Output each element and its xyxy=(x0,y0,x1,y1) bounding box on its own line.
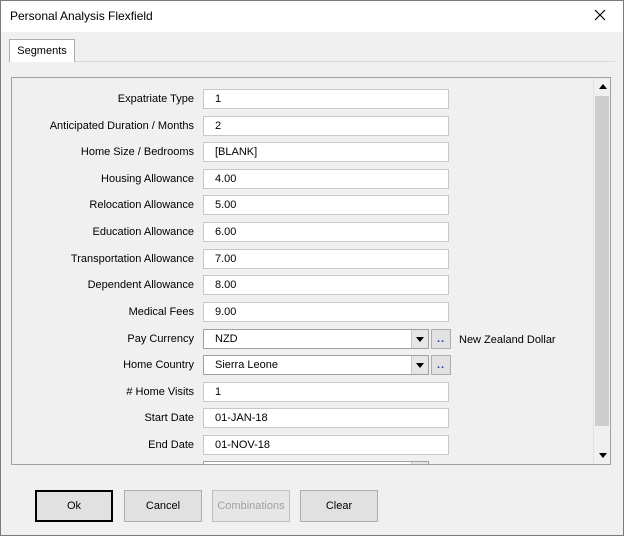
tab-strip: Segments xyxy=(9,39,615,65)
field-label: End Date xyxy=(148,439,194,451)
field-row-transportation-allowance: Transportation Allowance 7.00 xyxy=(12,249,594,271)
field-label: Start Date xyxy=(144,412,194,424)
dependent-allowance-input[interactable]: 8.00 xyxy=(203,275,449,295)
combinations-button: Combinations xyxy=(212,490,290,522)
home-country-value: Sierra Leone xyxy=(215,359,278,371)
scrollbar-thumb[interactable] xyxy=(595,96,609,426)
expatriate-type-input[interactable]: 1 xyxy=(203,89,449,109)
field-row-medical-fees: Medical Fees 9.00 xyxy=(12,302,594,324)
field-label: Transportation Allowance xyxy=(70,253,194,265)
field-label: Home Size / Bedrooms xyxy=(80,146,194,158)
housing-allowance-input[interactable]: 4.00 xyxy=(203,169,449,189)
tab-divider xyxy=(75,61,615,62)
home-country-lov-button[interactable]: .. xyxy=(431,355,451,375)
pay-currency-lov-button[interactable]: .. xyxy=(431,329,451,349)
field-label: Medical Fees xyxy=(128,306,194,318)
field-label: Dependent Allowance xyxy=(87,279,194,291)
field-label: Relocation Allowance xyxy=(89,199,194,211)
vertical-scrollbar[interactable] xyxy=(593,78,610,464)
cancel-button[interactable]: Cancel xyxy=(124,490,202,522)
title-bar: Personal Analysis Flexfield xyxy=(1,1,623,32)
home-visits-input[interactable]: 1 xyxy=(203,382,449,402)
field-label: # Home Visits xyxy=(126,386,194,398)
partial-select[interactable] xyxy=(203,461,429,464)
tab-segments-label: Segments xyxy=(17,45,67,57)
home-country-select[interactable]: Sierra Leone xyxy=(203,355,429,375)
field-label: Education Allowance xyxy=(92,226,194,238)
field-label: Anticipated Duration / Months xyxy=(49,120,194,132)
relocation-allowance-input[interactable]: 5.00 xyxy=(203,195,449,215)
field-label: Expatriate Type xyxy=(117,93,194,105)
close-button[interactable] xyxy=(577,1,623,32)
transportation-allowance-input[interactable]: 7.00 xyxy=(203,249,449,269)
field-label: Pay Currency xyxy=(127,333,194,345)
tab-segments[interactable]: Segments xyxy=(9,39,75,62)
dialog-window: Personal Analysis Flexfield Segments Exp… xyxy=(0,0,624,536)
chevron-down-icon[interactable] xyxy=(411,462,428,464)
pay-currency-value: NZD xyxy=(215,333,238,345)
segments-panel: Expatriate Type 1 Anticipated Duration /… xyxy=(11,77,611,465)
chevron-down-icon[interactable] xyxy=(411,356,428,374)
clear-button[interactable]: Clear xyxy=(300,490,378,522)
field-row-housing-allowance: Housing Allowance 4.00 xyxy=(12,169,594,191)
close-icon xyxy=(594,9,606,24)
field-row-home-visits: # Home Visits 1 xyxy=(12,382,594,404)
pay-currency-description: New Zealand Dollar xyxy=(459,334,556,346)
chevron-down-icon[interactable] xyxy=(411,330,428,348)
field-row-partial xyxy=(12,461,594,464)
field-row-home-size: Home Size / Bedrooms [BLANK] xyxy=(12,142,594,164)
scroll-up-icon[interactable] xyxy=(594,78,610,95)
pay-currency-select[interactable]: NZD xyxy=(203,329,429,349)
button-bar: Ok Cancel Combinations Clear xyxy=(35,490,595,522)
end-date-input[interactable]: 01-NOV-18 xyxy=(203,435,449,455)
field-label: Housing Allowance xyxy=(101,173,194,185)
segments-form: Expatriate Type 1 Anticipated Duration /… xyxy=(12,78,594,464)
start-date-input[interactable]: 01-JAN-18 xyxy=(203,408,449,428)
field-row-pay-currency: Pay Currency NZD .. New Zealand Dollar xyxy=(12,329,594,351)
field-label: Home Country xyxy=(123,359,194,371)
field-row-start-date: Start Date 01-JAN-18 xyxy=(12,408,594,430)
field-row-end-date: End Date 01-NOV-18 xyxy=(12,435,594,457)
field-row-dependent-allowance: Dependent Allowance 8.00 xyxy=(12,275,594,297)
ok-button[interactable]: Ok xyxy=(35,490,113,522)
education-allowance-input[interactable]: 6.00 xyxy=(203,222,449,242)
window-title: Personal Analysis Flexfield xyxy=(10,9,153,23)
field-row-expatriate-type: Expatriate Type 1 xyxy=(12,89,594,111)
medical-fees-input[interactable]: 9.00 xyxy=(203,302,449,322)
field-row-relocation-allowance: Relocation Allowance 5.00 xyxy=(12,195,594,217)
scroll-down-icon[interactable] xyxy=(594,447,610,464)
home-size-input[interactable]: [BLANK] xyxy=(203,142,449,162)
field-row-anticipated-duration: Anticipated Duration / Months 2 xyxy=(12,116,594,138)
field-row-education-allowance: Education Allowance 6.00 xyxy=(12,222,594,244)
anticipated-duration-input[interactable]: 2 xyxy=(203,116,449,136)
field-row-home-country: Home Country Sierra Leone .. xyxy=(12,355,594,377)
